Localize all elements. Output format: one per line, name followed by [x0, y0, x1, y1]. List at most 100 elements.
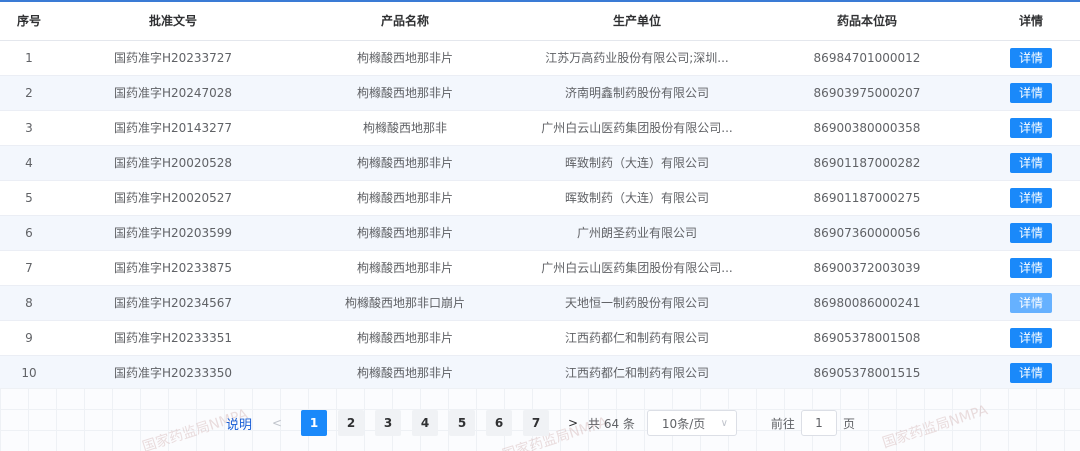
- cell-drug-code: 86903975000207: [752, 75, 982, 111]
- details-button[interactable]: 详情: [1010, 222, 1052, 243]
- cell-details: 详情: [982, 145, 1080, 181]
- cell-details: 详情: [982, 250, 1080, 286]
- cell-manufacturer: 江西药都仁和制药有限公司: [522, 320, 752, 356]
- goto-label: 前往: [770, 416, 795, 431]
- header-approval-number: 批准文号: [58, 2, 288, 41]
- cell-drug-code: 86900372003039: [752, 250, 982, 286]
- cell-product-name: 枸橼酸西地那非: [288, 110, 522, 146]
- watermark: 国家药监局NMPA: [880, 402, 990, 451]
- page-number-button[interactable]: 5: [449, 410, 476, 436]
- table-row: 8 国药准字H20234567 枸橼酸西地那非口崩片 天地恒一制药股份有限公司 8698…: [0, 285, 1080, 321]
- cell-details: 详情: [982, 40, 1080, 76]
- cell-approval-number: 国药准字H20020528: [58, 145, 288, 181]
- page-number-button[interactable]: 2: [338, 410, 365, 436]
- cell-details: 详情: [982, 320, 1080, 356]
- header-index: 序号: [0, 2, 58, 41]
- cell-details: 详情: [982, 215, 1080, 251]
- page-number-button[interactable]: 3: [375, 410, 402, 436]
- cell-index: 5: [0, 180, 58, 216]
- cell-drug-code: 86901187000282: [752, 145, 982, 181]
- cell-drug-code: 86984701000012: [752, 40, 982, 76]
- cell-index: 4: [0, 145, 58, 181]
- cell-approval-number: 国药准字H20020527: [58, 180, 288, 216]
- cell-product-name: 枸橼酸西地那非片: [288, 180, 522, 216]
- cell-product-name: 枸橼酸西地那非片: [288, 320, 522, 356]
- header-product-name: 产品名称: [288, 2, 522, 41]
- details-button[interactable]: 详情: [1010, 152, 1052, 173]
- cell-details: 详情: [982, 110, 1080, 146]
- cell-approval-number: 国药准字H20203599: [58, 215, 288, 251]
- table-row: 7 国药准字H20233875 枸橼酸西地那非片 广州白云山医药集团股份有限公司...…: [0, 250, 1080, 286]
- cell-index: 3: [0, 110, 58, 146]
- cell-product-name: 枸橼酸西地那非片: [288, 145, 522, 181]
- page-number-list: 1234567: [301, 410, 560, 436]
- prev-page-button[interactable]: <: [264, 410, 290, 436]
- cell-manufacturer: 天地恒一制药股份有限公司: [522, 285, 752, 321]
- cell-manufacturer: 广州朗圣药业有限公司: [522, 215, 752, 251]
- table-row: 1 国药准字H20233727 枸橼酸西地那非片 江苏万高药业股份有限公司;深圳...…: [0, 40, 1080, 76]
- cell-approval-number: 国药准字H20233875: [58, 250, 288, 286]
- cell-product-name: 枸橼酸西地那非片: [288, 355, 522, 391]
- details-button[interactable]: 详情: [1010, 362, 1052, 383]
- details-button[interactable]: 详情: [1010, 47, 1052, 68]
- page-size-value: 10条/页: [661, 416, 706, 431]
- table-row: 2 国药准字H20247028 枸橼酸西地那非片 济南明鑫制药股份有限公司 869039…: [0, 75, 1080, 111]
- table-header-row: 序号 批准文号 产品名称 生产单位 药品本位码 详情: [0, 2, 1080, 41]
- cell-index: 8: [0, 285, 58, 321]
- drug-table: 序号 批准文号 产品名称 生产单位 药品本位码 详情 1 国药准字H2023372…: [0, 2, 1080, 391]
- cell-product-name: 枸橼酸西地那非片: [288, 75, 522, 111]
- cell-product-name: 枸橼酸西地那非口崩片: [288, 285, 522, 321]
- next-page-button[interactable]: >: [560, 410, 586, 436]
- table-row: 4 国药准字H20020528 枸橼酸西地那非片 晖致制药（大连）有限公司 869011…: [0, 145, 1080, 181]
- cell-details: 详情: [982, 180, 1080, 216]
- cell-index: 1: [0, 40, 58, 76]
- details-button[interactable]: 详情: [1010, 292, 1052, 313]
- details-button[interactable]: 详情: [1010, 327, 1052, 348]
- page-number-button[interactable]: 1: [301, 410, 328, 436]
- table-row: 5 国药准字H20020527 枸橼酸西地那非片 晖致制药（大连）有限公司 869011…: [0, 180, 1080, 216]
- details-button[interactable]: 详情: [1010, 187, 1052, 208]
- header-details: 详情: [982, 2, 1080, 41]
- cell-details: 详情: [982, 355, 1080, 391]
- details-button[interactable]: 详情: [1010, 117, 1052, 138]
- pagination: 说明 < 1234567 > 共 64 条 10条/页 ∨ 前往 页: [226, 410, 855, 436]
- page-number-button[interactable]: 6: [486, 410, 513, 436]
- cell-manufacturer: 济南明鑫制药股份有限公司: [522, 75, 752, 111]
- table-row: 10 国药准字H20233350 枸橼酸西地那非片 江西药都仁和制药有限公司 86905…: [0, 355, 1080, 391]
- cell-index: 9: [0, 320, 58, 356]
- cell-manufacturer: 晖致制药（大连）有限公司: [522, 145, 752, 181]
- explanation-link[interactable]: 说明: [226, 414, 252, 433]
- cell-details: 详情: [982, 285, 1080, 321]
- cell-approval-number: 国药准字H20233350: [58, 355, 288, 391]
- cell-drug-code: 86900380000358: [752, 110, 982, 146]
- drug-table-container: 序号 批准文号 产品名称 生产单位 药品本位码 详情 1 国药准字H2023372…: [0, 0, 1080, 391]
- cell-manufacturer: 晖致制药（大连）有限公司: [522, 180, 752, 216]
- details-button[interactable]: 详情: [1010, 257, 1052, 278]
- page-size-select[interactable]: 10条/页 ∨: [646, 410, 737, 436]
- cell-details: 详情: [982, 75, 1080, 111]
- cell-approval-number: 国药准字H20143277: [58, 110, 288, 146]
- cell-product-name: 枸橼酸西地那非片: [288, 40, 522, 76]
- cell-drug-code: 86905378001508: [752, 320, 982, 356]
- cell-drug-code: 86901187000275: [752, 180, 982, 216]
- page-number-button[interactable]: 4: [412, 410, 439, 436]
- details-button[interactable]: 详情: [1010, 82, 1052, 103]
- cell-product-name: 枸橼酸西地那非片: [288, 215, 522, 251]
- cell-drug-code: 86905378001515: [752, 355, 982, 391]
- table-row: 3 国药准字H20143277 枸橼酸西地那非 广州白云山医药集团股份有限公司... 8…: [0, 110, 1080, 146]
- cell-approval-number: 国药准字H20247028: [58, 75, 288, 111]
- table-body: 1 国药准字H20233727 枸橼酸西地那非片 江苏万高药业股份有限公司;深圳...…: [0, 40, 1080, 391]
- cell-approval-number: 国药准字H20233351: [58, 320, 288, 356]
- cell-drug-code: 86907360000056: [752, 215, 982, 251]
- table-row: 9 国药准字H20233351 枸橼酸西地那非片 江西药都仁和制药有限公司 869053…: [0, 320, 1080, 356]
- goto-page-input[interactable]: [800, 410, 837, 436]
- cell-manufacturer: 江西药都仁和制药有限公司: [522, 355, 752, 391]
- cell-index: 2: [0, 75, 58, 111]
- cell-approval-number: 国药准字H20234567: [58, 285, 288, 321]
- cell-drug-code: 86980086000241: [752, 285, 982, 321]
- cell-approval-number: 国药准字H20233727: [58, 40, 288, 76]
- cell-index: 7: [0, 250, 58, 286]
- table-row: 6 国药准字H20203599 枸橼酸西地那非片 广州朗圣药业有限公司 86907360…: [0, 215, 1080, 251]
- page-number-button[interactable]: 7: [523, 410, 550, 436]
- cell-index: 10: [0, 355, 58, 391]
